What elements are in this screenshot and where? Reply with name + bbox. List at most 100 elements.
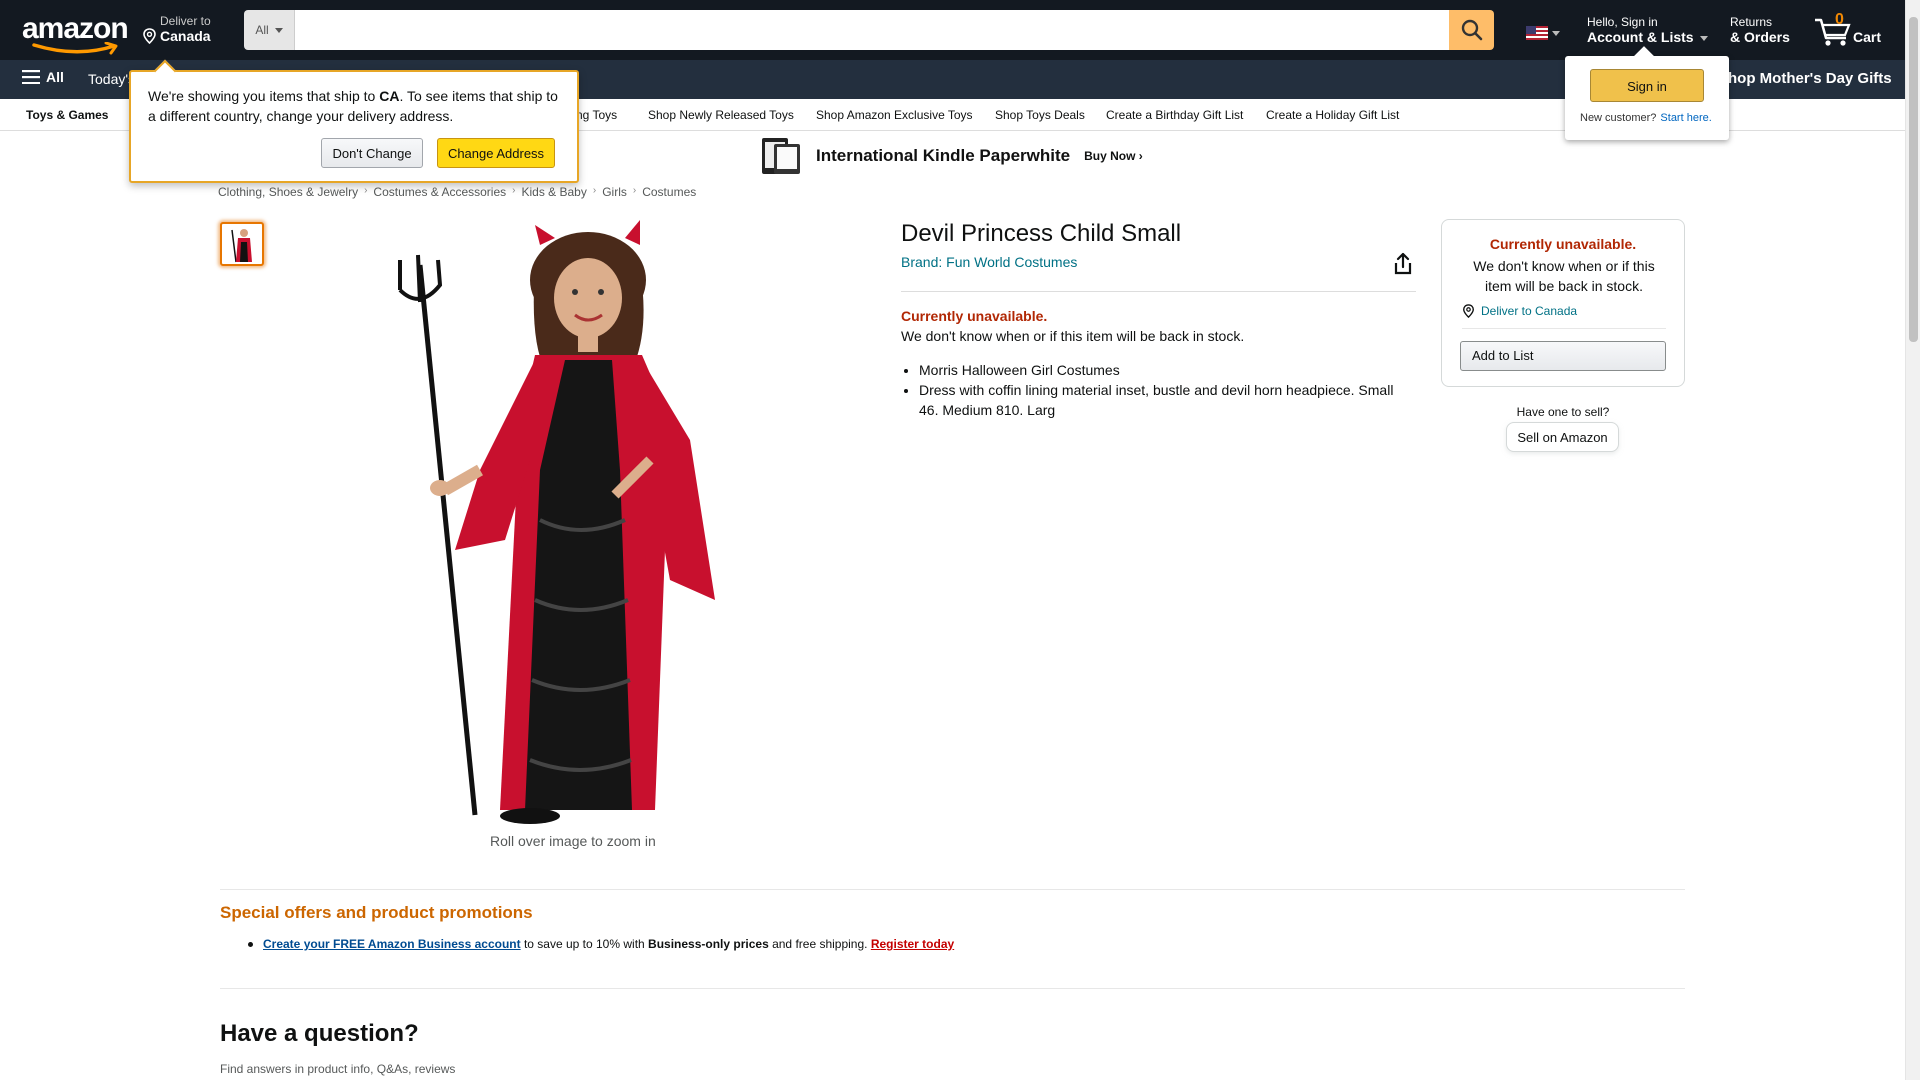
returns-line1: Returns — [1730, 15, 1773, 29]
category-link[interactable]: Shop Amazon Exclusive Toys — [816, 108, 973, 122]
divider — [1462, 328, 1666, 329]
availability-note: We don't know when or if this item will … — [901, 328, 1245, 344]
product-main-image[interactable] — [370, 220, 770, 830]
share-button[interactable] — [1392, 252, 1414, 276]
caret-down-icon — [1700, 35, 1709, 41]
offers-heading: Special offers and product promotions — [220, 903, 533, 922]
amazon-logo[interactable]: amazon — [18, 12, 129, 55]
popover-text: We're showing you items that ship to — [148, 88, 380, 104]
all-menu-button[interactable]: All — [22, 69, 64, 85]
account-lists[interactable]: Hello, Sign in Account & Lists — [1587, 15, 1709, 45]
cart-label: Cart — [1853, 29, 1882, 45]
search-category-select[interactable]: All — [244, 10, 295, 50]
costume-thumbnail-image — [231, 229, 252, 263]
category-link[interactable]: Create a Birthday Gift List — [1106, 108, 1243, 122]
search-icon — [1461, 19, 1482, 41]
question-heading: Have a question? — [220, 1020, 419, 1047]
offer-item: Create your FREE Amazon Business account… — [248, 937, 954, 951]
scrollbar[interactable] — [1905, 0, 1920, 1080]
category-link[interactable]: Shop Newly Released Toys — [648, 108, 794, 122]
register-today-link[interactable]: Register today — [871, 937, 954, 951]
top-nav: amazon Deliver to Canada All Hello, Sign… — [0, 0, 1905, 60]
returns-line2: & Orders — [1730, 29, 1790, 45]
kindle-banner[interactable]: International Kindle Paperwhite Buy Now … — [760, 136, 1143, 176]
sign-in-button[interactable]: Sign in — [1590, 69, 1704, 102]
deliver-line2: Canada — [160, 28, 211, 44]
location-pin-icon — [1463, 304, 1474, 318]
account-label: Account & Lists — [1587, 29, 1694, 45]
location-pin-icon — [143, 28, 156, 44]
account-greeting: Hello, Sign in — [1587, 15, 1658, 29]
popover-message: We're showing you items that ship to CA.… — [148, 86, 568, 126]
sell-question: Have one to sell? — [1516, 405, 1610, 419]
chevron-right-icon: › — [632, 185, 637, 196]
all-menu-label: All — [46, 69, 64, 85]
question-subtitle: Find answers in product info, Q&As, revi… — [220, 1062, 456, 1076]
product-thumbnail[interactable] — [220, 222, 264, 266]
sell-on-amazon-button[interactable]: Sell on Amazon — [1506, 422, 1619, 452]
brand-link[interactable]: Brand: Fun World Costumes — [901, 254, 1077, 270]
category-toys-games[interactable]: Toys & Games — [26, 108, 108, 122]
caret-down-icon — [274, 27, 283, 33]
category-link[interactable]: Shop Toys Deals — [995, 108, 1085, 122]
scrollbar-thumb[interactable] — [1909, 17, 1918, 342]
divider — [220, 889, 1685, 890]
deliver-line1: Deliver to — [160, 14, 211, 28]
kindle-device-icon — [762, 138, 800, 174]
todays-deals-link[interactable]: Today's — [88, 71, 135, 87]
devil-costume-illustration — [398, 220, 715, 824]
breadcrumb-item[interactable]: Clothing, Shoes & Jewelry — [218, 185, 358, 199]
dont-change-button[interactable]: Don't Change — [321, 138, 423, 168]
breadcrumb: Clothing, Shoes & Jewelry › Costumes & A… — [218, 185, 696, 199]
delivery-address-popover: We're showing you items that ship to CA.… — [129, 59, 579, 183]
deliver-to[interactable]: Deliver to Canada — [142, 14, 211, 44]
search-button[interactable] — [1449, 10, 1494, 50]
breadcrumb-item[interactable]: Kids & Baby — [521, 185, 586, 199]
us-flag-icon — [1526, 26, 1548, 40]
breadcrumb-item[interactable]: Costumes — [642, 185, 696, 199]
search-input[interactable] — [295, 10, 1449, 50]
cart-button[interactable]: 0 Cart — [1813, 11, 1885, 52]
banner-buy-now[interactable]: Buy Now › — [1084, 149, 1143, 163]
mothers-day-link[interactable]: Shop Mother's Day Gifts — [1718, 70, 1892, 87]
availability-status: Currently unavailable. — [901, 308, 1048, 324]
zoom-hint: Roll over image to zoom in — [490, 833, 656, 849]
business-account-link[interactable]: Create your FREE Amazon Business account — [263, 937, 521, 951]
logo-text: amazon — [22, 12, 129, 45]
caret-down-icon — [1552, 30, 1560, 36]
cart-icon — [1815, 18, 1851, 46]
new-customer-label: New customer? — [1580, 112, 1657, 124]
new-customer-text: New customer? Start here. — [1580, 112, 1712, 124]
feature-bullets: Morris Halloween Girl Costumes Dress wit… — [901, 360, 1411, 420]
breadcrumb-item[interactable]: Costumes & Accessories — [373, 185, 506, 199]
feature-bullet: Morris Halloween Girl Costumes — [919, 360, 1411, 380]
offer-text: and free shipping. — [768, 937, 871, 951]
add-to-list-button[interactable]: Add to List — [1460, 341, 1666, 371]
buybox-deliver-link[interactable]: Deliver to Canada — [1462, 304, 1577, 318]
buy-box: Currently unavailable. We don't know whe… — [1441, 219, 1685, 387]
start-here-link[interactable]: Start here. — [1660, 112, 1711, 124]
cart-count: 0 — [1835, 11, 1844, 28]
offer-text: to save up to 10% with — [520, 937, 649, 951]
feature-bullet: Dress with coffin lining material inset,… — [919, 380, 1411, 420]
chevron-right-icon: › — [592, 185, 597, 196]
bullet-dot — [248, 942, 253, 947]
change-address-button[interactable]: Change Address — [437, 138, 555, 168]
category-link[interactable]: Create a Holiday Gift List — [1266, 108, 1399, 122]
chevron-right-icon: › — [512, 185, 516, 196]
smile-icon — [32, 42, 118, 55]
sign-in-popover: Sign in New customer? Start here. — [1565, 46, 1729, 140]
chevron-right-icon: › — [364, 185, 368, 196]
offer-bold-text: Business-only prices — [648, 937, 769, 951]
returns-orders[interactable]: Returns & Orders — [1730, 15, 1790, 45]
popover-country: CA — [379, 88, 400, 104]
buybox-deliver-label: Deliver to Canada — [1481, 304, 1578, 318]
divider — [220, 988, 1685, 989]
buybox-availability: Currently unavailable. — [1489, 236, 1637, 252]
banner-title: International Kindle Paperwhite — [816, 146, 1071, 165]
buybox-note: We don't know when or if this item will … — [1473, 258, 1655, 294]
language-selector[interactable] — [1526, 26, 1560, 40]
breadcrumb-item[interactable]: Girls — [602, 185, 627, 199]
product-title: Devil Princess Child Small — [901, 220, 1182, 247]
search-category-label: All — [255, 23, 269, 37]
